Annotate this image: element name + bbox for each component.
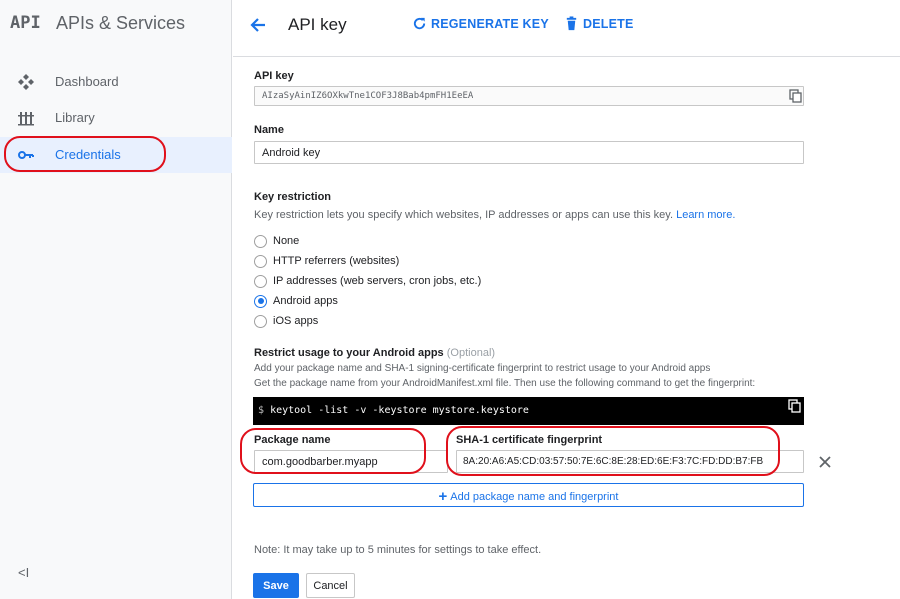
brand: API APIs & Services [0, 0, 232, 48]
sha1-fingerprint-input[interactable]: 8A:20:A6:A5:CD:03:57:50:7E:6C:8E:28:ED:6… [456, 450, 804, 473]
keytool-command-box: $ keytool -list -v -keystore mystore.key… [253, 397, 804, 425]
sidebar-item-credentials[interactable]: Credentials [0, 137, 232, 173]
key-restriction-title: Key restriction [254, 191, 332, 203]
api-logo: API [10, 13, 41, 33]
radio-button [254, 254, 267, 268]
add-package-label: Add package name and fingerprint [450, 491, 619, 503]
add-package-button[interactable]: + Add package name and fingerprint [253, 483, 804, 507]
api-key-form: API key AIzaSyAinIZ6OXkwTne1COF3J8Bab4pm… [233, 57, 900, 599]
radio-ip-addresses[interactable]: IP addresses (web servers, cron jobs, et… [254, 272, 481, 290]
android-description-1: Add your package name and SHA-1 signing-… [254, 363, 711, 374]
package-name-value: com.goodbarber.myapp [262, 456, 378, 468]
page-header: API key REGENERATE KEY DELETE [233, 0, 900, 57]
library-icon [18, 112, 34, 126]
sidebar-item-label: Dashboard [55, 74, 119, 89]
command-text: $ keytool -list -v -keystore mystore.key… [258, 405, 529, 416]
radio-http-referrers[interactable]: HTTP referrers (websites) [254, 252, 399, 270]
command-value: keytool -list -v -keystore mystore.keyst… [270, 405, 529, 416]
radio-button-checked [254, 294, 267, 308]
name-label: Name [254, 124, 284, 136]
android-restriction-title: Restrict usage to your Android apps (Opt… [254, 347, 495, 359]
back-arrow-icon[interactable] [247, 14, 269, 36]
name-field[interactable]: Android key [254, 141, 804, 164]
radio-android-apps[interactable]: Android apps [254, 292, 338, 310]
radio-label: Android apps [273, 295, 338, 307]
key-restriction-text: Key restriction lets you specify which w… [254, 209, 674, 221]
key-icon [18, 151, 34, 159]
key-restriction-description: Key restriction lets you specify which w… [254, 209, 735, 221]
collapse-sidebar-button[interactable]: <I [18, 565, 29, 580]
radio-button [254, 234, 267, 248]
radio-button [254, 274, 267, 288]
sidebar-item-label: Credentials [55, 147, 121, 162]
sidebar-item-library[interactable]: Library [0, 100, 232, 136]
radio-button [254, 314, 267, 328]
radio-label: IP addresses (web servers, cron jobs, et… [273, 275, 482, 287]
radio-label: HTTP referrers (websites) [273, 255, 400, 267]
regenerate-key-button[interactable]: REGENERATE KEY [412, 16, 549, 31]
product-title: APIs & Services [56, 13, 186, 33]
sidebar-item-dashboard[interactable]: Dashboard [0, 64, 232, 100]
command-prompt: $ [258, 405, 265, 416]
delete-button[interactable]: DELETE [564, 16, 634, 31]
close-icon[interactable] [818, 455, 832, 469]
api-key-value: AIzaSyAinIZ6OXkwTne1COF3J8Bab4pmFH1EeEA [262, 91, 474, 101]
learn-more-link[interactable]: Learn more. [676, 209, 735, 221]
copy-command-icon[interactable] [788, 399, 802, 413]
package-name-label: Package name [254, 434, 331, 446]
android-description-2: Get the package name from your AndroidMa… [254, 378, 756, 389]
radio-label: None [273, 235, 300, 247]
radio-ios-apps[interactable]: iOS apps [254, 312, 318, 330]
page-title: API key [288, 15, 347, 34]
sidebar-item-label: Library [55, 110, 95, 125]
plus-icon: + [438, 488, 448, 505]
package-name-input[interactable]: com.goodbarber.myapp [254, 450, 448, 473]
radio-none[interactable]: None [254, 232, 299, 250]
api-key-label: API key [254, 70, 294, 82]
dashboard-icon [18, 74, 34, 90]
android-title-text: Restrict usage to your Android apps [254, 347, 444, 359]
sidebar: API APIs & Services Dashboard Library Cr… [0, 0, 232, 599]
add-package-label-wrap: + Add package name and fingerprint [254, 488, 803, 505]
cancel-button[interactable]: Cancel [306, 573, 355, 598]
trash-icon [566, 16, 577, 31]
save-button[interactable]: Save [253, 573, 299, 598]
refresh-icon [413, 17, 426, 30]
optional-tag: (Optional) [446, 347, 496, 359]
settings-note: Note: It may take up to 5 minutes for se… [254, 544, 542, 556]
api-key-field[interactable]: AIzaSyAinIZ6OXkwTne1COF3J8Bab4pmFH1EeEA [254, 86, 804, 106]
radio-label: iOS apps [273, 315, 319, 327]
delete-label: DELETE [583, 16, 634, 31]
sha1-label: SHA-1 certificate fingerprint [456, 434, 603, 446]
copy-icon[interactable] [789, 89, 803, 103]
regenerate-key-label: REGENERATE KEY [431, 16, 549, 31]
name-value: Android key [262, 147, 321, 159]
sha1-fingerprint-value: 8A:20:A6:A5:CD:03:57:50:7E:6C:8E:28:ED:6… [463, 456, 764, 467]
